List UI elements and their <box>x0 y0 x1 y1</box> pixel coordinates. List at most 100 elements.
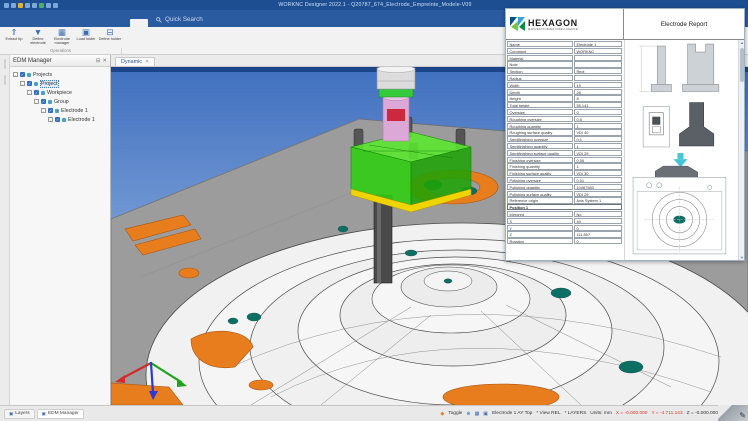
close-icon[interactable]: ✕ <box>102 58 107 64</box>
tree-item[interactable]: - ✓ Electrode 1 <box>11 115 109 124</box>
quick-access-icon[interactable] <box>53 3 58 8</box>
scroll-up-icon[interactable]: ▲ <box>739 40 744 45</box>
quick-access-icon[interactable] <box>39 3 44 8</box>
ribbon-tab[interactable] <box>40 19 58 27</box>
pin-icon[interactable]: ⊟ <box>96 58 101 64</box>
expander-icon[interactable]: - <box>41 108 46 113</box>
tree-item-label: Electrode 1 <box>68 117 95 123</box>
report-row-value: 0 <box>574 225 622 231</box>
panel-tab-icon: ▣ <box>9 411 13 417</box>
quick-access-toolbar[interactable] <box>0 3 62 8</box>
edm-manager-panel: EDM Manager ⊟ ✕ - ✓ Projects - ✓ Project… <box>10 55 111 405</box>
tree-item-label: Group <box>54 99 69 105</box>
ribbon-tab[interactable] <box>130 19 148 27</box>
report-table-row: Oversize 0 <box>507 109 623 115</box>
tree-item[interactable]: - ✓ Group <box>11 97 109 106</box>
grid-icon[interactable]: ▦ <box>475 411 480 417</box>
report-table-row: Radius <box>507 75 623 81</box>
tree-item[interactable]: - ✓ Electrode 1 <box>11 106 109 115</box>
report-row-value: 10467583 <box>574 184 622 190</box>
ribbon-button[interactable]: ⇑ Extract tip <box>2 28 26 48</box>
ribbon-tab[interactable] <box>112 19 130 27</box>
quick-access-icon[interactable] <box>4 3 9 8</box>
report-table-row: Roughing quantity 1 <box>507 123 623 129</box>
report-row-label: Comment <box>507 48 573 54</box>
down-arrow-icon <box>673 153 687 167</box>
status-toggle-label[interactable]: Toggle <box>448 411 462 416</box>
tree-item-label: Electrode 1 <box>61 108 88 114</box>
report-row-label: Section <box>507 68 573 74</box>
ribbon-button-icon: ⇑ <box>10 28 17 37</box>
view-cube-icon[interactable]: ⊕ <box>466 411 470 417</box>
ribbon-tab[interactable] <box>58 19 76 27</box>
expander-icon[interactable]: - <box>13 72 18 77</box>
checkbox-checked-icon[interactable]: ✓ <box>27 81 32 86</box>
ribbon-tab[interactable] <box>4 19 22 27</box>
ribbon-tab[interactable] <box>76 19 94 27</box>
panel-tab[interactable]: ▣ EDM Manager <box>37 409 84 419</box>
expander-icon[interactable]: - <box>27 90 32 95</box>
report-table-row: Material <box>507 55 623 61</box>
quick-access-icon[interactable] <box>18 3 23 8</box>
node-icon <box>55 109 59 113</box>
report-row-label: Finishing surface quality <box>507 170 573 176</box>
report-row-label: Depth <box>507 89 573 95</box>
quick-access-icon[interactable] <box>25 3 30 8</box>
brand-name: HEXAGON <box>528 18 578 28</box>
scrollbar-thumb[interactable] <box>740 48 744 82</box>
scroll-down-icon[interactable]: ▼ <box>739 255 744 260</box>
checkbox-checked-icon[interactable]: ✓ <box>34 90 39 95</box>
rail-tab[interactable] <box>4 59 6 69</box>
checkbox-checked-icon[interactable]: ✓ <box>20 72 25 77</box>
quick-search-label: Quick Search <box>165 16 203 23</box>
ribbon-button[interactable]: ⊟ Define holder <box>98 28 122 48</box>
expander-icon[interactable]: - <box>34 99 39 104</box>
tree-item-label: Projects <box>33 72 52 78</box>
ribbon-tab[interactable] <box>22 19 40 27</box>
report-table-row: Mirrored No <box>507 211 623 217</box>
viewport-tab-dynamic[interactable]: Dynamic ✕ <box>115 57 155 66</box>
tree-item[interactable]: - ✓ Projects <box>11 70 109 79</box>
quick-access-icon[interactable] <box>11 3 16 8</box>
tab-close-icon[interactable]: ✕ <box>145 59 149 65</box>
panel-tab[interactable]: ▣ Layers <box>4 409 35 419</box>
electrode-view-front <box>683 44 719 91</box>
report-table-row: Depth 26 <box>507 89 623 95</box>
report-row-value: Electrode 1 <box>574 41 622 47</box>
ribbon-button-icon: ⊟ <box>106 28 113 37</box>
report-table-row: Name Electrode 1 <box>507 41 623 47</box>
corner-note-widget[interactable]: ✎ <box>718 405 748 421</box>
spindle-label <box>387 109 405 121</box>
panel-tab-icon: ▣ <box>42 411 46 417</box>
layers-icon[interactable]: ▣ <box>483 411 488 417</box>
rail-tab[interactable] <box>4 75 6 85</box>
report-table-row: Y 0 <box>507 225 623 231</box>
ribbon-button[interactable]: ▣ Load folder <box>74 28 98 48</box>
ribbon-tab[interactable] <box>94 19 112 27</box>
quick-access-icon[interactable] <box>46 3 51 8</box>
tree-item[interactable]: - ✓ Workpiece <box>11 88 109 97</box>
report-table-row: Finishing oversize 0.05 <box>507 157 623 163</box>
chuck-green-ring <box>379 89 413 97</box>
report-table-row: Total height 55.141 <box>507 102 623 108</box>
checkbox-checked-icon[interactable]: ✓ <box>48 108 53 113</box>
expander-icon[interactable]: - <box>20 81 25 86</box>
report-row-value <box>574 61 622 67</box>
tree-item[interactable]: - ✓ Project <box>11 79 109 88</box>
checkbox-checked-icon[interactable]: ✓ <box>41 99 46 104</box>
quick-search[interactable]: Quick Search <box>148 12 211 27</box>
quick-access-icon[interactable] <box>32 3 37 8</box>
ribbon-button[interactable]: ▦ Electrode manager <box>50 28 74 48</box>
report-scrollbar[interactable]: ▲ ▼ <box>738 40 744 260</box>
report-row-value: 1 <box>574 143 622 149</box>
left-rail <box>0 55 10 405</box>
panel-tab-label: Layers <box>15 411 29 416</box>
report-body: Name Electrode 1 Comment WORKNC Material… <box>506 40 744 260</box>
report-row-value: 40 <box>574 218 622 224</box>
report-row-label: Total height <box>507 102 573 108</box>
checkbox-checked-icon[interactable]: ✓ <box>55 117 60 122</box>
toggle-icon[interactable]: ◆ <box>440 411 444 417</box>
expander-icon[interactable]: - <box>48 117 53 122</box>
report-row-value: 0.01 <box>574 177 622 183</box>
ribbon-button[interactable]: ▼ Define electrode <box>26 28 50 48</box>
